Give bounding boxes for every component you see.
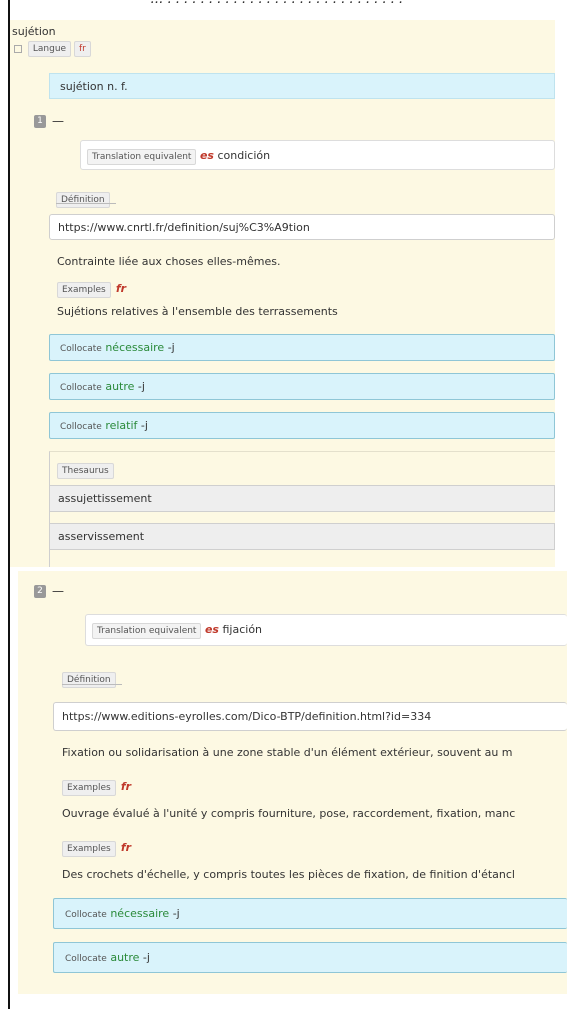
definition-url-field[interactable]: https://www.editions-eyrolles.com/Dico-B… [53, 702, 567, 731]
translation-box[interactable]: Translation equivalent es condición [80, 140, 555, 170]
collocate-suffix: -j [172, 907, 180, 920]
definition-url-field[interactable]: https://www.cnrtl.fr/definition/suj%C3%A… [49, 214, 555, 240]
example-text: Sujétions relatives à l'ensemble des ter… [57, 305, 338, 318]
example-text: Ouvrage évalué à l'unité y compris fourn… [62, 807, 516, 820]
collocate-row[interactable]: Collocate nécessaire -j [53, 898, 567, 929]
clipped-header: … . . . . . . . . . . . . . . . . . . . … [150, 0, 403, 7]
collocate-row[interactable]: Collocate autre -j [49, 373, 555, 400]
collocate-word: relatif [105, 419, 138, 432]
examples-language: fr [115, 282, 127, 295]
collocate-suffix: -j [167, 341, 175, 354]
translation-label: Translation equivalent [92, 623, 202, 639]
examples-header: Examples fr [57, 277, 126, 298]
collocate-row[interactable]: Collocate relatif -j [49, 412, 555, 439]
definition-label: Définition [56, 192, 110, 208]
collocate-label: Collocate [65, 910, 107, 920]
definition-label-underline [62, 684, 122, 685]
examples-label: Examples [62, 841, 116, 857]
sense-dash: — [52, 114, 64, 128]
definition-text: Contrainte liée aux choses elles-mêmes. [57, 255, 281, 268]
definition-text: Fixation ou solidarisation à une zone st… [62, 746, 513, 759]
definition-label-underline [56, 203, 116, 204]
translation-text: fijación [222, 623, 263, 636]
examples-language: fr [120, 780, 132, 793]
collocate-label: Collocate [65, 954, 107, 964]
collocate-suffix: -j [137, 380, 145, 393]
examples-label: Examples [57, 282, 111, 298]
language-row: Langue fr [14, 41, 91, 57]
language-code: fr [73, 41, 91, 57]
examples-header: Examples fr [62, 775, 131, 796]
thesaurus-item[interactable]: assujettissement [49, 485, 555, 512]
collocate-label: Collocate [60, 344, 102, 354]
collocate-suffix: -j [142, 951, 150, 964]
collocate-suffix: -j [140, 419, 148, 432]
headword: sujétion [12, 25, 56, 38]
screenshot-divider [10, 567, 567, 570]
definition-label: Définition [62, 672, 116, 688]
lemma-box[interactable]: sujétion n. f. [49, 73, 555, 99]
sense-number-badge: 1 [34, 115, 46, 128]
collocate-word: nécessaire [105, 341, 165, 354]
sense-dash: — [52, 584, 64, 598]
translation-box[interactable]: Translation equivalent es fijación [85, 614, 567, 646]
collocate-word: autre [105, 380, 135, 393]
thesaurus-label: Thesaurus [57, 463, 114, 479]
language-label: Langue [27, 41, 72, 57]
collocate-label: Collocate [60, 383, 102, 393]
definition-url: https://www.editions-eyrolles.com/Dico-B… [62, 710, 432, 723]
examples-header: Examples fr [62, 836, 131, 857]
collocate-word: autre [110, 951, 140, 964]
thesaurus-item[interactable]: asservissement [49, 523, 555, 550]
translation-text: condición [217, 149, 271, 162]
example-text: Des crochets d'échelle, y compris toutes… [62, 868, 515, 881]
collocate-label: Collocate [60, 422, 102, 432]
examples-label: Examples [62, 780, 116, 796]
collapse-toggle-icon[interactable] [14, 44, 22, 53]
collocate-word: nécessaire [110, 907, 170, 920]
definition-url: https://www.cnrtl.fr/definition/suj%C3%A… [58, 221, 310, 234]
collocate-row[interactable]: Collocate autre -j [53, 942, 567, 973]
translation-language: es [199, 149, 214, 162]
lemma-text: sujétion n. f. [60, 80, 128, 93]
translation-language: es [204, 623, 219, 636]
collocate-row[interactable]: Collocate nécessaire -j [49, 334, 555, 361]
thesaurus-item-text: asservissement [58, 530, 145, 543]
thesaurus-item-text: assujettissement [58, 492, 152, 505]
translation-label: Translation equivalent [87, 149, 197, 165]
examples-language: fr [120, 841, 132, 854]
sense-number-badge: 2 [34, 585, 46, 598]
clipped-top-text: … . . . . . . . . . . . . . . . . . . . … [0, 0, 567, 10]
